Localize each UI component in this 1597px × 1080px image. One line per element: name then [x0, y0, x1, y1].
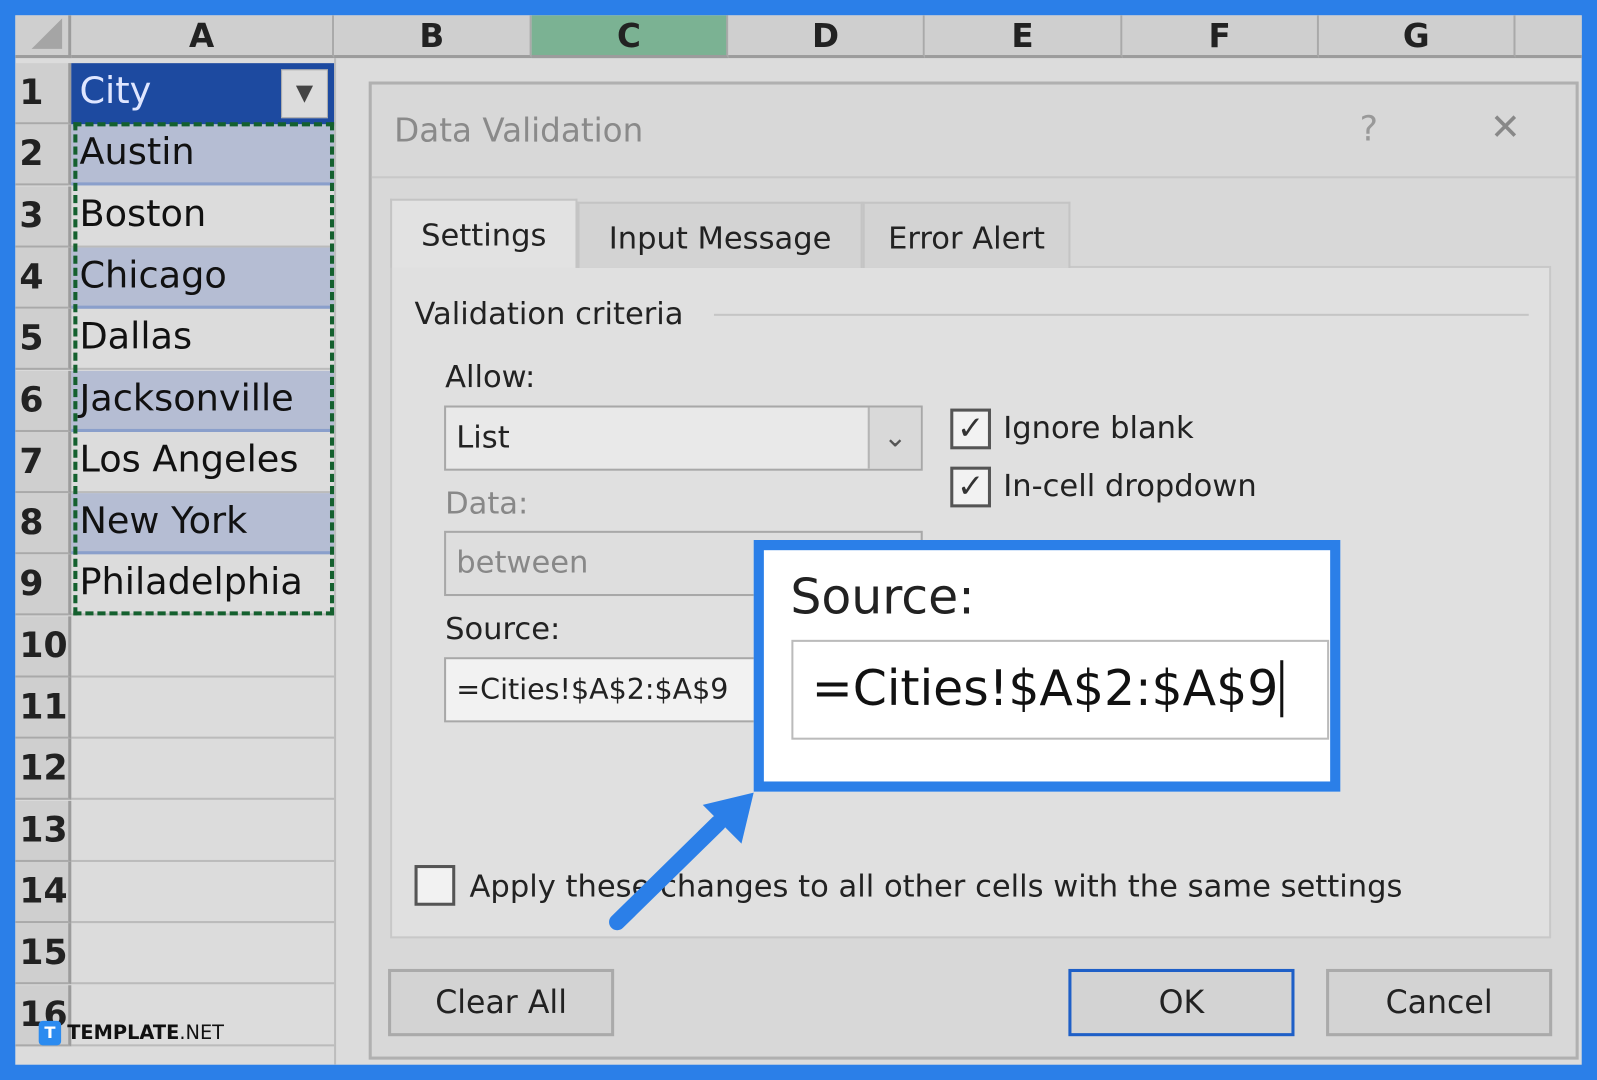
watermark-brand: TEMPLATE	[67, 1021, 180, 1045]
template-logo-icon: T	[38, 1020, 62, 1046]
watermark-suffix: .NET	[179, 1021, 225, 1045]
arrow-icon	[609, 792, 754, 931]
watermark: T TEMPLATE .NET	[38, 1020, 225, 1046]
screenshot: A B C D E F G 1 2 3 4 5 6 7 8 9 10 11 12 13 14 15 16 Ci…	[0, 0, 1597, 1080]
